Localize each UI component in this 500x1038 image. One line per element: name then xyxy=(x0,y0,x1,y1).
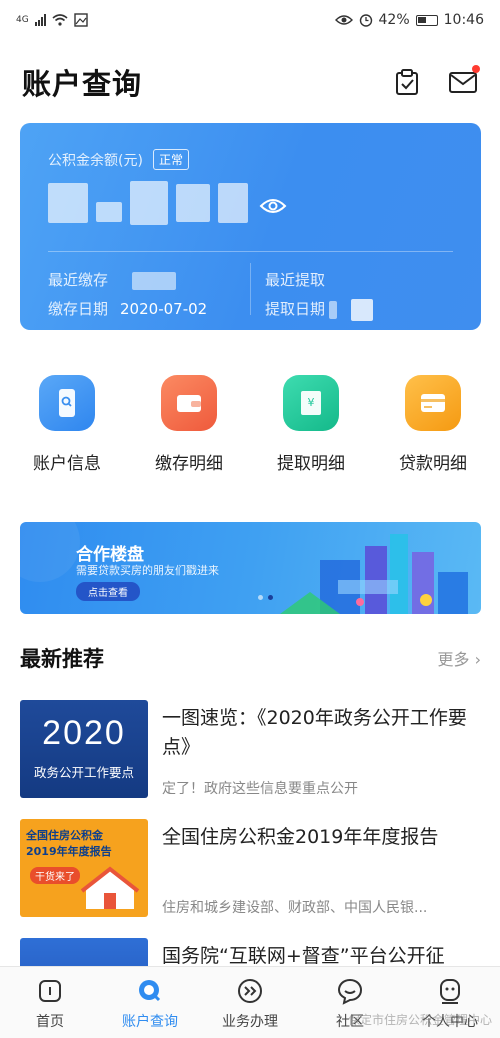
withdraw-date-masked-a xyxy=(329,300,338,319)
quick-loan-detail[interactable]: 贷款明细 xyxy=(378,375,488,474)
status-right: 42% 10:46 xyxy=(334,12,484,28)
withdraw-column: 最近提取 提取日期 xyxy=(265,266,374,324)
watermark: 保定市住房公积金管理中心 xyxy=(347,1013,492,1027)
signal-icon xyxy=(34,14,46,26)
withdraw-date-label: 提取日期 xyxy=(265,300,326,318)
more-link[interactable]: 更多 › xyxy=(438,646,482,670)
balance-value-masked xyxy=(48,181,248,225)
status-badge: 正常 xyxy=(152,149,189,170)
quick-withdraw-detail[interactable]: ¥ 提取明细 xyxy=(256,375,366,474)
deposit-date-label: 缴存日期 xyxy=(48,300,109,318)
quick-label-deposit-detail: 缴存明细 xyxy=(155,454,223,474)
thumb-line-1: 全国住房公积金 xyxy=(26,829,103,842)
header: 账户查询 xyxy=(0,52,500,112)
news-thumbnail: 2020 政务公开工作要点 xyxy=(20,700,148,798)
withdraw-date-row: 提取日期 xyxy=(265,295,374,324)
deposit-column: 最近缴存 缴存日期 2020-07-02 xyxy=(48,266,207,324)
header-actions xyxy=(392,65,480,97)
battery-icon xyxy=(415,14,438,26)
account-search-icon xyxy=(139,980,161,1002)
network-type: 4G xyxy=(16,15,29,25)
withdraw-date-masked-b xyxy=(351,298,374,321)
quick-deposit-detail[interactable]: 缴存明细 xyxy=(134,375,244,474)
thumb-line-2: 2019年年度报告 xyxy=(26,845,112,858)
partner-housing-banner[interactable]: 合作楼盘 需要贷款买房的朋友们戳进来 点击查看 xyxy=(20,522,481,614)
tab-home[interactable]: 首页 xyxy=(0,967,100,1038)
quick-label-loan-detail: 贷款明细 xyxy=(399,454,467,474)
eye-icon[interactable] xyxy=(258,191,288,221)
last-deposit-row: 最近缴存 xyxy=(48,266,207,295)
recommend-section-header: 最新推荐 更多 › xyxy=(20,640,481,676)
loan-card-icon xyxy=(405,375,461,431)
banner-dot xyxy=(258,595,263,600)
quick-label-withdraw-detail: 提取明细 xyxy=(277,454,345,474)
withdraw-card-icon: ¥ xyxy=(283,375,339,431)
battery-percent: 42% xyxy=(378,12,410,28)
alarm-icon xyxy=(359,14,372,27)
last-withdraw-label: 最近提取 xyxy=(265,271,326,289)
eye-comfort-icon xyxy=(334,15,353,25)
clock: 10:46 xyxy=(443,12,484,28)
house-illustration xyxy=(80,866,140,909)
image-notification-icon xyxy=(74,13,88,27)
status-bar: 4G 42% 10:46 xyxy=(0,0,500,40)
news-item[interactable]: 全国住房公积金 2019年年度报告 干货来了 全国住房公积金2019年年度报告 … xyxy=(20,819,481,917)
page-title: 账户查询 xyxy=(22,67,143,101)
last-deposit-masked xyxy=(132,271,177,290)
community-icon xyxy=(337,978,363,1005)
wifi-icon xyxy=(52,14,68,26)
card-divider xyxy=(48,251,453,252)
business-icon xyxy=(238,979,262,1003)
deposit-date-value: 2020-07-02 xyxy=(120,300,208,318)
banner-pagination xyxy=(258,595,273,600)
news-title: 一图速览：《2020年政务公开工作要点》 xyxy=(162,707,467,758)
last-deposit-label: 最近缴存 xyxy=(48,271,109,289)
status-left: 4G xyxy=(16,13,88,27)
news-summary: 定了！政府这些信息要重点公开 xyxy=(162,781,358,797)
card-vertical-divider xyxy=(250,263,251,315)
news-summary: 住房和城乡建设部、财政部、中国人民银... xyxy=(162,900,428,916)
deposit-date-row: 缴存日期 2020-07-02 xyxy=(48,295,207,324)
news-title: 全国住房公积金2019年年度报告 xyxy=(162,826,439,848)
profile-icon xyxy=(440,979,460,1004)
banner-view-button[interactable]: 点击查看 xyxy=(76,582,140,601)
tab-account-query[interactable]: 账户查询 xyxy=(100,967,200,1038)
quick-label-account-info: 账户信息 xyxy=(33,454,101,474)
clipboard-check-icon[interactable] xyxy=(392,67,422,97)
tab-business[interactable]: 业务办理 xyxy=(200,967,300,1038)
balance-label: 公积金余额(元) xyxy=(48,152,143,169)
balance-card: 公积金余额(元) 正常 最近缴存 缴存日期 2020-07-02 最近提取 提取日… xyxy=(20,123,481,330)
thumb-year: 2020 xyxy=(42,714,126,752)
quick-account-info[interactable]: 账户信息 xyxy=(12,375,122,474)
banner-subtitle: 需要贷款买房的朋友们戳进来 xyxy=(76,564,219,577)
last-withdraw-row: 最近提取 xyxy=(265,266,373,295)
recommend-title: 最新推荐 xyxy=(20,647,104,671)
svg-text:¥: ¥ xyxy=(308,396,315,409)
balance-label-row: 公积金余额(元) 正常 xyxy=(48,149,189,170)
phone-search-icon xyxy=(39,375,95,431)
news-item[interactable]: 2020 政务公开工作要点 一图速览：《2020年政务公开工作要点》 定了！政府… xyxy=(20,700,481,798)
home-icon xyxy=(39,980,61,1002)
thumb-caption: 政务公开工作要点 xyxy=(33,765,134,780)
wallet-icon xyxy=(161,375,217,431)
quick-actions: 账户信息 缴存明细 ¥ 提取明细 贷款明细 xyxy=(0,375,500,474)
bottom-tab-bar: 首页 账户查询 业务办理 社区 个人中心 保定市住房公积金管理中心 xyxy=(0,966,500,1038)
banner-dot-active xyxy=(268,595,273,600)
thumb-tag: 干货来了 xyxy=(30,867,80,884)
message-mail-icon[interactable] xyxy=(448,65,480,97)
tab-label-account-query: 账户查询 xyxy=(122,1014,178,1030)
news-thumbnail: 全国住房公积金 2019年年度报告 干货来了 xyxy=(20,819,148,917)
tab-label-home: 首页 xyxy=(36,1014,64,1030)
tab-label-business: 业务办理 xyxy=(222,1014,278,1030)
unread-dot xyxy=(472,65,480,73)
